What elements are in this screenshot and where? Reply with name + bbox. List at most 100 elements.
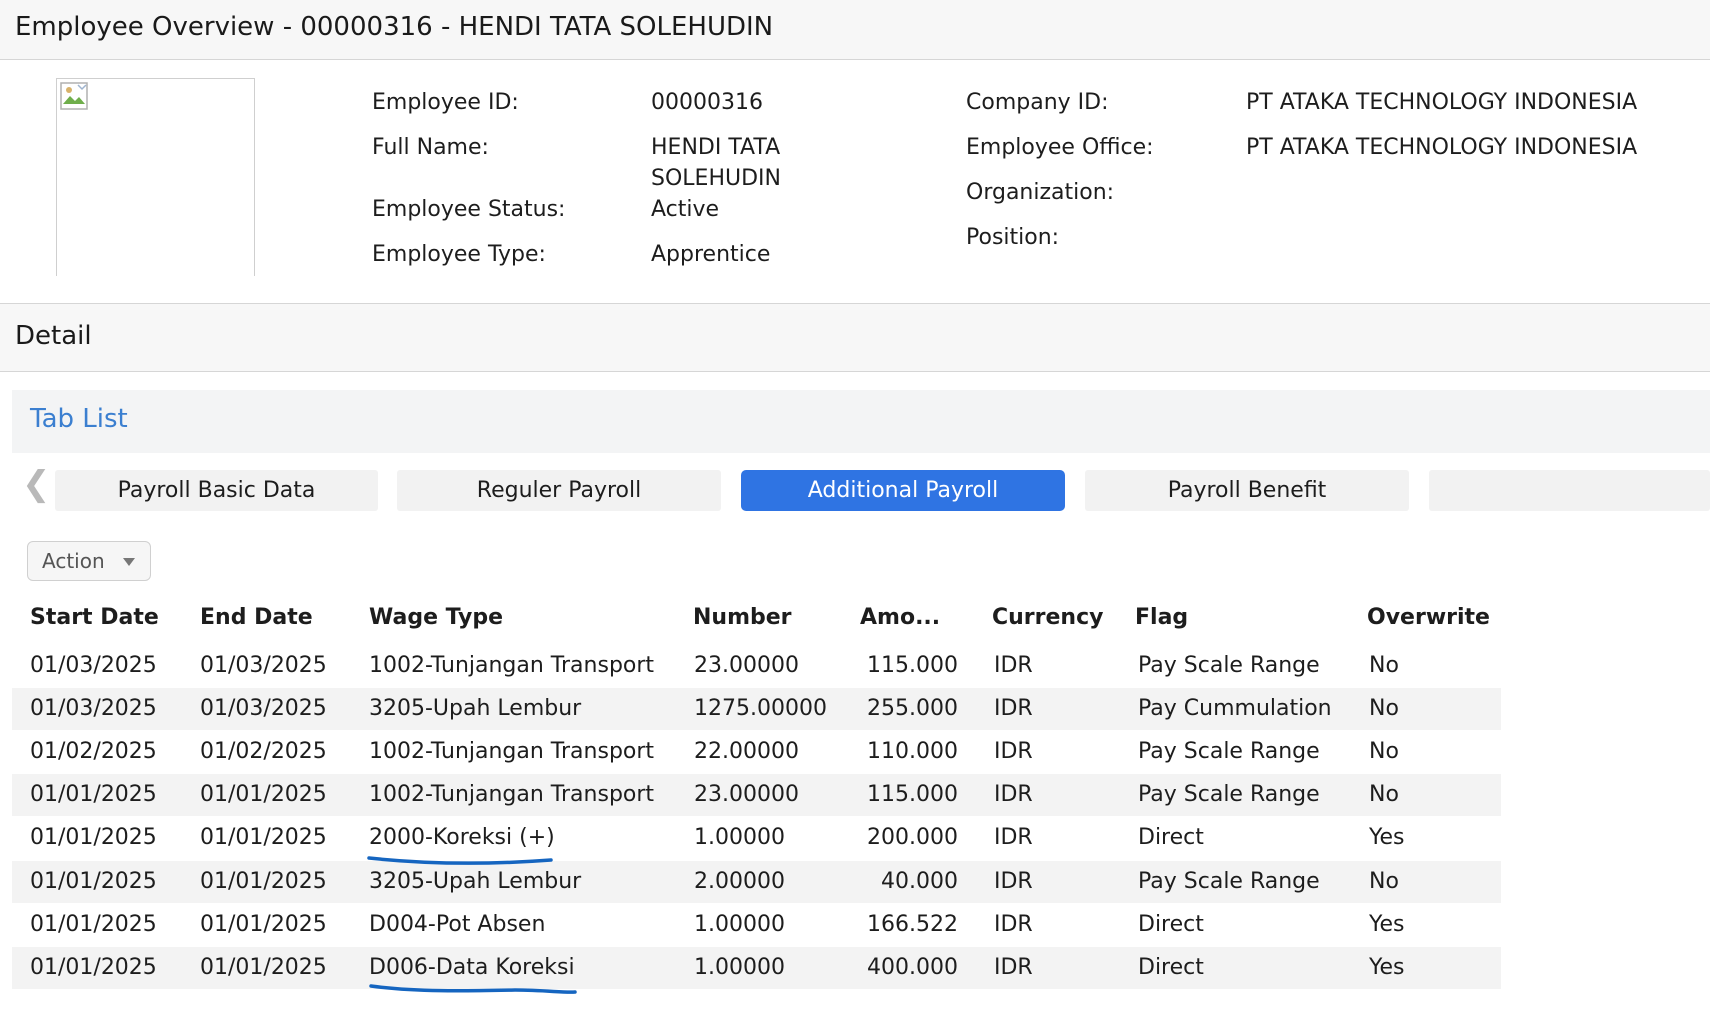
- cell-overwrite: No: [1369, 868, 1399, 894]
- cell-flag: Pay Scale Range: [1138, 868, 1320, 894]
- value-full-name-line1: HENDI TATA: [651, 135, 781, 160]
- cell-currency: IDR: [994, 868, 1033, 894]
- column-header-amount[interactable]: Amo...: [860, 603, 940, 633]
- detail-header: Detail: [0, 304, 1710, 372]
- value-employee-type: Apprentice: [651, 242, 771, 267]
- cell-amount: 110.000: [867, 739, 958, 765]
- cell-amount: 40.000: [881, 868, 958, 894]
- column-header-overwrite[interactable]: Overwrite: [1367, 603, 1490, 633]
- cell-start-date: 01/01/2025: [30, 868, 157, 894]
- column-header-number[interactable]: Number: [693, 603, 792, 633]
- label-company-id: Company ID:: [966, 90, 1109, 115]
- cell-end-date: 01/01/2025: [200, 825, 327, 851]
- annotation-underline: [367, 856, 553, 865]
- annotation-underline: [369, 984, 577, 994]
- cell-currency: IDR: [994, 954, 1033, 980]
- cell-number: 2.00000: [694, 868, 785, 894]
- page-title: Employee Overview - 00000316 - HENDI TAT…: [15, 12, 774, 42]
- action-label: Action: [42, 549, 105, 573]
- column-header-currency[interactable]: Currency: [992, 603, 1103, 633]
- cell-flag: Pay Cummulation: [1138, 696, 1332, 722]
- label-employee-office: Employee Office:: [966, 135, 1154, 160]
- cell-number: 22.00000: [694, 739, 799, 765]
- cell-wage-type: D004-Pot Absen: [369, 911, 546, 937]
- cell-start-date: 01/02/2025: [30, 739, 157, 765]
- cell-currency: IDR: [994, 782, 1033, 808]
- cell-amount: 166.522: [867, 911, 958, 937]
- title-bar: Employee Overview - 00000316 - HENDI TAT…: [0, 0, 1710, 60]
- cell-number: 1.00000: [694, 954, 785, 980]
- cell-currency: IDR: [994, 739, 1033, 765]
- column-header-wage-type[interactable]: Wage Type: [369, 603, 503, 633]
- broken-image-icon: [60, 82, 88, 110]
- action-dropdown-button[interactable]: Action: [27, 541, 151, 581]
- tab-list-header: Tab List: [12, 390, 1710, 453]
- cell-number: 1.00000: [694, 825, 785, 851]
- value-employee-office: PT ATAKA TECHNOLOGY INDONESIA: [1246, 135, 1638, 160]
- cell-wage-type: D006-Data Koreksi: [369, 954, 575, 980]
- cell-flag: Pay Scale Range: [1138, 653, 1320, 678]
- detail-title: Detail: [15, 321, 92, 351]
- cell-currency: IDR: [994, 653, 1033, 678]
- cell-end-date: 01/01/2025: [200, 782, 327, 808]
- cell-start-date: 01/01/2025: [30, 911, 157, 937]
- cell-flag: Pay Scale Range: [1138, 782, 1320, 808]
- cell-wage-type: 1002-Tunjangan Transport: [369, 739, 655, 765]
- cell-flag: Pay Scale Range: [1138, 739, 1320, 765]
- cell-number: 1.00000: [694, 911, 785, 937]
- label-full-name: Full Name:: [372, 135, 489, 160]
- cell-start-date: 01/03/2025: [30, 696, 157, 722]
- cell-overwrite: No: [1369, 782, 1399, 808]
- cell-number: 23.00000: [694, 653, 799, 678]
- tab-next[interactable]: [1429, 470, 1710, 511]
- tab-payroll-benefit[interactable]: Payroll Benefit: [1085, 470, 1409, 511]
- cell-end-date: 01/01/2025: [200, 868, 327, 894]
- cell-end-date: 01/03/2025: [200, 696, 327, 722]
- cell-overwrite: No: [1369, 653, 1399, 678]
- cell-number: 23.00000: [694, 782, 799, 808]
- cell-start-date: 01/01/2025: [30, 825, 157, 851]
- tab-payroll-basic-data[interactable]: Payroll Basic Data: [55, 470, 378, 511]
- label-employee-id: Employee ID:: [372, 90, 519, 115]
- cell-overwrite: Yes: [1369, 954, 1405, 980]
- label-organization: Organization:: [966, 180, 1115, 205]
- cell-start-date: 01/01/2025: [30, 782, 157, 808]
- tab-list-title: Tab List: [30, 404, 128, 434]
- cell-amount: 200.000: [867, 825, 958, 851]
- cell-start-date: 01/03/2025: [30, 653, 157, 678]
- employee-photo: [56, 78, 255, 276]
- tab-reguler-payroll[interactable]: Reguler Payroll: [397, 470, 721, 511]
- cell-end-date: 01/01/2025: [200, 954, 327, 980]
- column-header-end-date[interactable]: End Date: [200, 603, 313, 633]
- cell-currency: IDR: [994, 696, 1033, 722]
- label-employee-status: Employee Status:: [372, 197, 566, 222]
- tab-additional-payroll[interactable]: Additional Payroll: [741, 470, 1065, 511]
- cell-wage-type: 3205-Upah Lembur: [369, 696, 582, 722]
- column-header-flag[interactable]: Flag: [1135, 603, 1188, 633]
- cell-amount: 255.000: [867, 696, 958, 722]
- cell-amount: 115.000: [867, 782, 958, 808]
- cell-overwrite: No: [1369, 696, 1399, 722]
- cell-amount: 115.000: [867, 653, 958, 678]
- cell-end-date: 01/02/2025: [200, 739, 327, 765]
- column-header-start-date[interactable]: Start Date: [30, 603, 159, 633]
- cell-flag: Direct: [1138, 911, 1204, 937]
- label-employee-type: Employee Type:: [372, 242, 546, 267]
- cell-start-date: 01/01/2025: [30, 954, 157, 980]
- caret-down-icon: [123, 558, 135, 566]
- value-employee-status: Active: [651, 197, 720, 222]
- cell-wage-type: 1002-Tunjangan Transport: [369, 653, 655, 678]
- cell-end-date: 01/01/2025: [200, 911, 327, 937]
- cell-wage-type: 1002-Tunjangan Transport: [369, 782, 655, 808]
- label-position: Position:: [966, 225, 1060, 250]
- chevron-left-icon[interactable]: ❮: [22, 467, 51, 501]
- cell-overwrite: Yes: [1369, 911, 1405, 937]
- cell-currency: IDR: [994, 825, 1033, 851]
- value-company-id: PT ATAKA TECHNOLOGY INDONESIA: [1246, 90, 1638, 115]
- cell-overwrite: No: [1369, 739, 1399, 765]
- cell-overwrite: Yes: [1369, 825, 1405, 851]
- value-employee-id: 00000316: [651, 90, 763, 115]
- cell-flag: Direct: [1138, 825, 1204, 851]
- cell-number: 1275.00000: [694, 696, 827, 722]
- cell-wage-type: 2000-Koreksi (+): [369, 825, 555, 851]
